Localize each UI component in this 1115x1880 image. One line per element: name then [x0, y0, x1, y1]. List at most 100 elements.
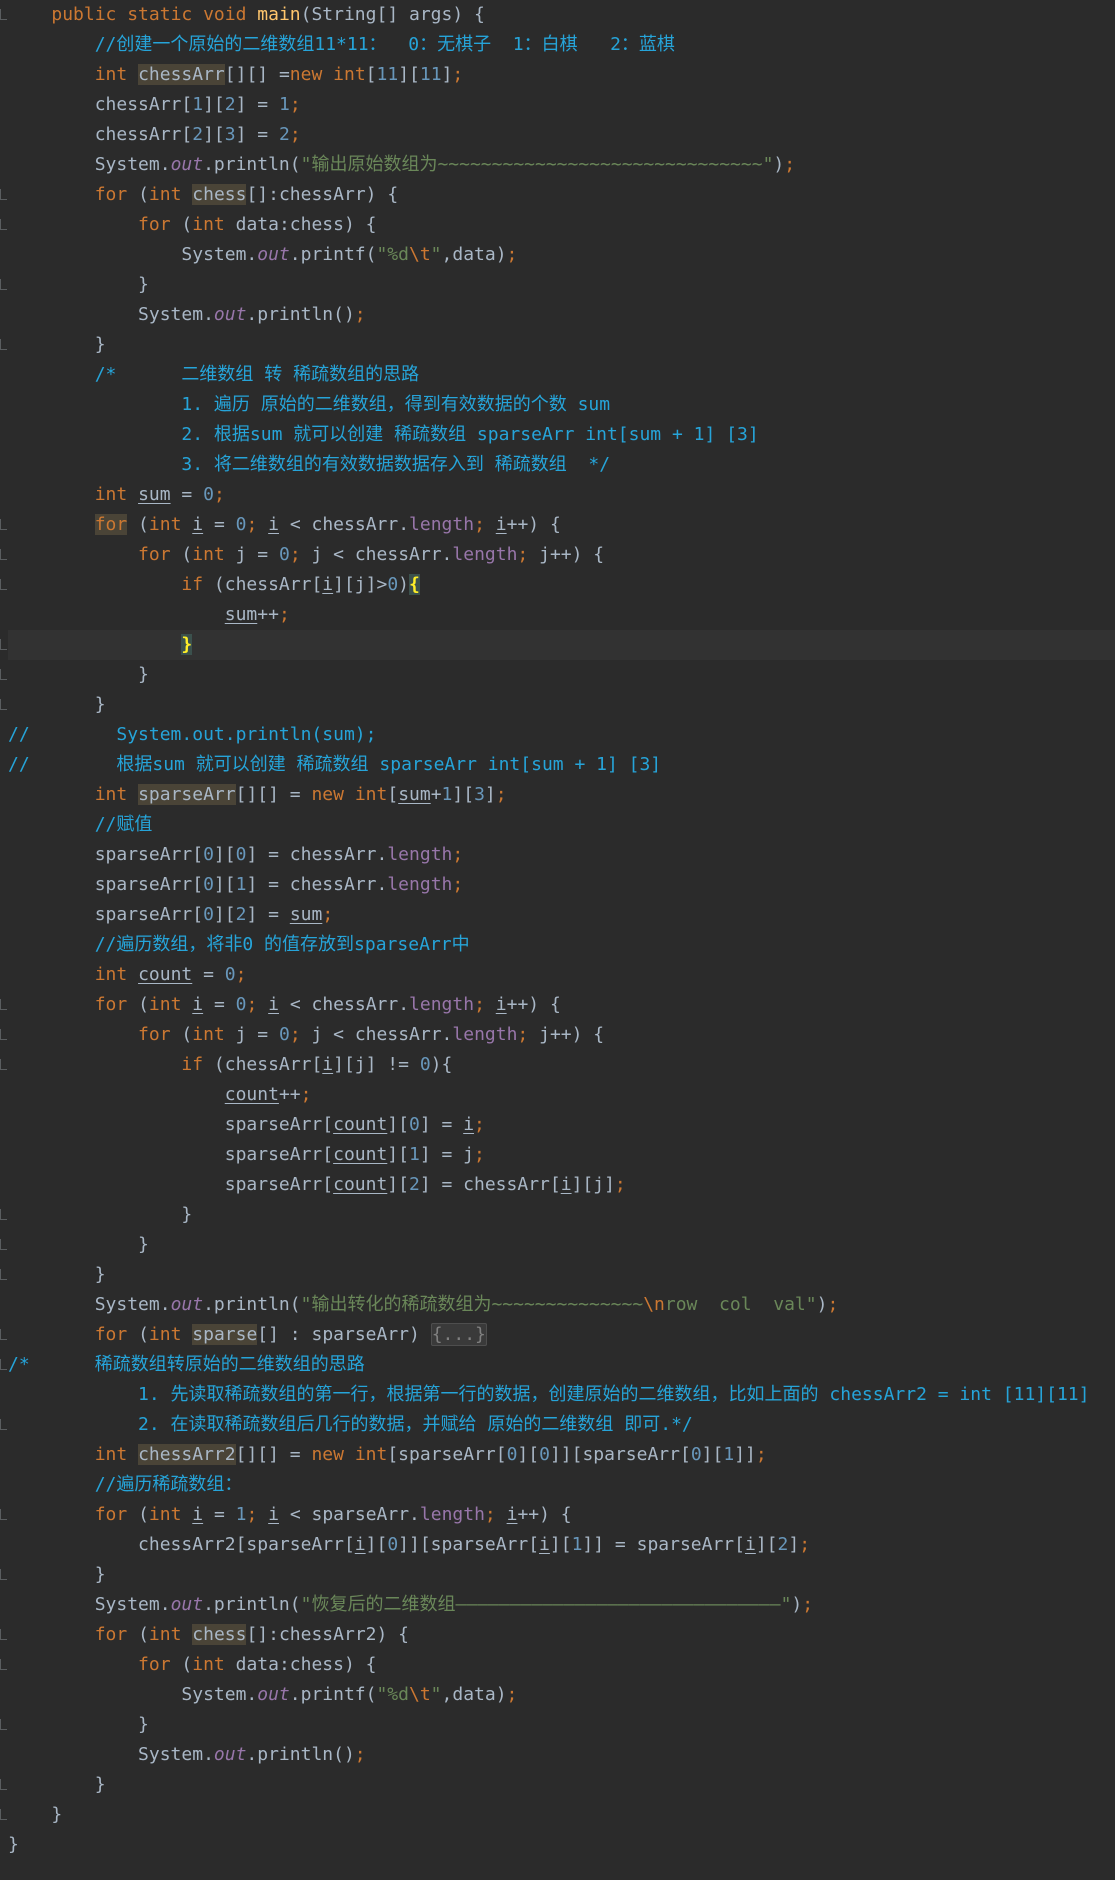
- code-editor[interactable]: public static void main(String[] args) {…: [0, 0, 1115, 1880]
- code-line[interactable]: for (int j = 0; j < chessArr.length; j++…: [0, 540, 1115, 570]
- fold-marker-icon[interactable]: [0, 999, 7, 1010]
- code-line[interactable]: }: [0, 1800, 1115, 1830]
- code-line[interactable]: 1. 先读取稀疏数组的第一行，根据第一行的数据，创建原始的二维数组，比如上面的 …: [8, 1380, 1115, 1410]
- code-line[interactable]: for (int chess[]:chessArr) {: [0, 180, 1115, 210]
- code-line[interactable]: }: [0, 660, 1115, 690]
- code-line[interactable]: /* 二维数组 转 稀疏数组的思路: [8, 360, 1115, 390]
- code-token: =: [170, 484, 204, 505]
- code-line[interactable]: if (chessArr[i][j]>0){: [0, 570, 1115, 600]
- code-line[interactable]: sum++;: [8, 600, 1115, 630]
- code-line[interactable]: for (int chess[]:chessArr2) {: [0, 1620, 1115, 1650]
- code-token: ] =: [419, 1114, 464, 1135]
- code-line[interactable]: for (int i = 0; i < chessArr.length; i++…: [0, 510, 1115, 540]
- code-line[interactable]: }: [0, 1710, 1115, 1740]
- code-line[interactable]: for (int j = 0; j < chessArr.length; j++…: [0, 1020, 1115, 1050]
- code-line[interactable]: System.out.println();: [8, 300, 1115, 330]
- fold-marker-icon[interactable]: [0, 699, 7, 710]
- code-line[interactable]: //遍历数组，将非0 的值存放到sparseArr中: [8, 930, 1115, 960]
- code-token: ]: [441, 64, 453, 85]
- fold-marker-icon[interactable]: [0, 1569, 7, 1580]
- fold-marker-icon[interactable]: [0, 1719, 7, 1730]
- code-line[interactable]: }: [0, 270, 1115, 300]
- code-line[interactable]: for (int i = 1; i < sparseArr.length; i+…: [0, 1500, 1115, 1530]
- code-line[interactable]: System.out.println();: [8, 1740, 1115, 1770]
- fold-marker-icon[interactable]: [0, 1509, 7, 1520]
- code-token: ][: [398, 64, 420, 85]
- code-line[interactable]: //遍历稀疏数组：: [8, 1470, 1115, 1500]
- code-line[interactable]: }: [0, 690, 1115, 720]
- code-line[interactable]: }: [0, 1770, 1115, 1800]
- code-line[interactable]: int sum = 0;: [8, 480, 1115, 510]
- code-line[interactable]: 2. 在读取稀疏数组后几行的数据，并赋给 原始的二维数组 即可.*/: [0, 1410, 1115, 1440]
- code-line[interactable]: chessArr[2][3] = 2;: [8, 120, 1115, 150]
- fold-marker-icon[interactable]: [0, 1659, 7, 1670]
- fold-marker-icon[interactable]: [0, 1419, 7, 1430]
- code-line[interactable]: chessArr2[sparseArr[i][0]][sparseArr[i][…: [8, 1530, 1115, 1560]
- code-line[interactable]: int chessArr2[][] = new int[sparseArr[0]…: [8, 1440, 1115, 1470]
- code-line[interactable]: }: [0, 1200, 1115, 1230]
- code-line[interactable]: if (chessArr[i][j] != 0){: [0, 1050, 1115, 1080]
- code-line[interactable]: System.out.printf("%d\t",data);: [8, 240, 1115, 270]
- code-line[interactable]: sparseArr[0][0] = chessArr.length;: [8, 840, 1115, 870]
- code-line[interactable]: //赋值: [8, 810, 1115, 840]
- code-line[interactable]: 3. 将二维数组的有效数据数据存入到 稀疏数组 */: [8, 450, 1115, 480]
- fold-marker-icon[interactable]: [0, 189, 7, 200]
- code-line[interactable]: sparseArr[0][1] = chessArr.length;: [8, 870, 1115, 900]
- code-token: ][: [701, 1444, 724, 1465]
- code-line[interactable]: int sparseArr[][] = new int[sum+1][3];: [8, 780, 1115, 810]
- code-line[interactable]: for (int i = 0; i < chessArr.length; i++…: [0, 990, 1115, 1020]
- fold-marker-icon[interactable]: [0, 1269, 7, 1280]
- fold-marker-icon[interactable]: [0, 1329, 7, 1340]
- code-line[interactable]: // 根据sum 就可以创建 稀疏数组 sparseArr int[sum + …: [8, 750, 1115, 780]
- folded-code-block[interactable]: {...}: [430, 1323, 487, 1346]
- code-line[interactable]: count++;: [8, 1080, 1115, 1110]
- code-line[interactable]: System.out.println("输出原始数组为~~~~~~~~~~~~~…: [8, 150, 1115, 180]
- code-line[interactable]: }: [0, 330, 1115, 360]
- fold-marker-icon[interactable]: [0, 1809, 7, 1820]
- code-line[interactable]: sparseArr[0][2] = sum;: [8, 900, 1115, 930]
- code-line[interactable]: //创建一个原始的二维数组11*11： 0：无棋子 1：白棋 2：蓝棋: [8, 30, 1115, 60]
- code-line[interactable]: sparseArr[count][1] = j;: [8, 1140, 1115, 1170]
- fold-marker-icon[interactable]: [0, 1629, 7, 1640]
- code-line[interactable]: sparseArr[count][2] = chessArr[i][j];: [8, 1170, 1115, 1200]
- fold-marker-icon[interactable]: [0, 1779, 7, 1790]
- code-line[interactable]: for (int data:chess) {: [0, 210, 1115, 240]
- code-line[interactable]: int count = 0;: [8, 960, 1115, 990]
- code-line[interactable]: }: [8, 1830, 1115, 1860]
- code-line[interactable]: 2. 根据sum 就可以创建 稀疏数组 sparseArr int[sum + …: [8, 420, 1115, 450]
- fold-marker-icon[interactable]: [0, 519, 7, 530]
- code-line[interactable]: for (int sparse[] : sparseArr) {...}: [0, 1320, 1115, 1350]
- code-line[interactable]: System.out.printf("%d\t",data);: [8, 1680, 1115, 1710]
- code-line[interactable]: 1. 遍历 原始的二维数组，得到有效数据的个数 sum: [8, 390, 1115, 420]
- code-token: i: [322, 1054, 334, 1075]
- code-line[interactable]: /* 稀疏数组转原始的二维数组的思路: [0, 1350, 1115, 1380]
- fold-marker-icon[interactable]: [0, 669, 7, 680]
- code-line[interactable]: }: [0, 1260, 1115, 1290]
- fold-marker-icon[interactable]: [0, 1209, 7, 1220]
- code-line[interactable]: System.out.println("输出转化的稀疏数组为~~~~~~~~~~…: [8, 1290, 1115, 1320]
- fold-marker-icon[interactable]: [0, 279, 7, 290]
- fold-marker-icon[interactable]: [0, 1029, 7, 1040]
- fold-marker-icon[interactable]: [0, 9, 7, 20]
- fold-marker-icon[interactable]: [0, 579, 7, 590]
- code-line[interactable]: int chessArr[][] =new int[11][11];: [8, 60, 1115, 90]
- code-token: ;: [300, 1084, 312, 1105]
- code-token: [][] =: [224, 64, 290, 85]
- fold-marker-icon[interactable]: [0, 1239, 7, 1250]
- code-line[interactable]: public static void main(String[] args) {: [0, 0, 1115, 30]
- fold-marker-icon[interactable]: [0, 219, 7, 230]
- fold-marker-icon[interactable]: [0, 1059, 7, 1070]
- fold-marker-icon[interactable]: [0, 549, 7, 560]
- code-line[interactable]: System.out.println("恢复后的二维数组————————————…: [8, 1590, 1115, 1620]
- code-line[interactable]: }: [0, 630, 1115, 660]
- code-line[interactable]: sparseArr[count][0] = i;: [8, 1110, 1115, 1140]
- code-line[interactable]: chessArr[1][2] = 1;: [8, 90, 1115, 120]
- fold-marker-icon[interactable]: [0, 639, 7, 650]
- code-area[interactable]: public static void main(String[] args) {…: [0, 0, 1115, 1860]
- fold-marker-icon[interactable]: [0, 339, 7, 350]
- code-line[interactable]: for (int data:chess) {: [0, 1650, 1115, 1680]
- fold-marker-icon[interactable]: [0, 1359, 7, 1370]
- code-line[interactable]: // System.out.println(sum);: [8, 720, 1115, 750]
- code-line[interactable]: }: [0, 1560, 1115, 1590]
- code-line[interactable]: }: [0, 1230, 1115, 1260]
